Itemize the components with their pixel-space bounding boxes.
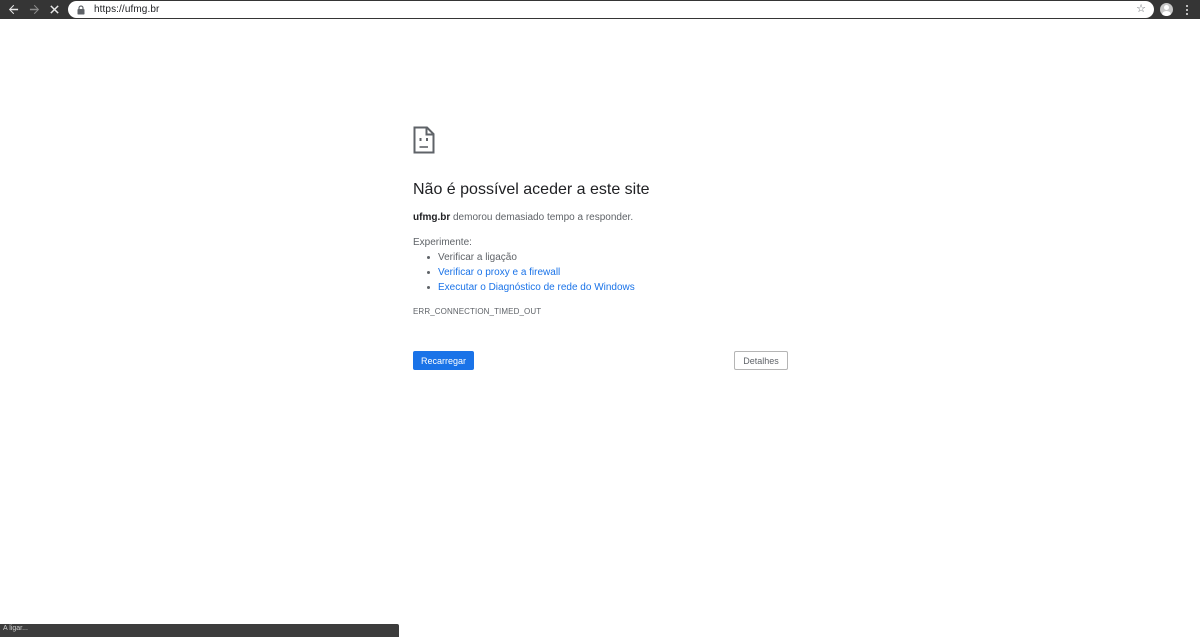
description-text: demorou demasiado tempo a responder. [450, 212, 634, 223]
error-page: Não é possível aceder a este site ufmg.b… [413, 126, 793, 370]
bullet-icon [427, 286, 430, 289]
error-description: ufmg.br demorou demasiado tempo a respon… [413, 212, 633, 223]
bookmark-star-icon[interactable]: ☆ [1136, 2, 1146, 17]
suggestion-check-proxy-link[interactable]: Verificar o proxy e a firewall [438, 267, 560, 278]
status-text: A ligar... [3, 625, 28, 632]
page-title: Não é possível aceder a este site [413, 181, 650, 198]
suggestions-heading: Experimente: [413, 237, 472, 248]
kebab-menu-icon[interactable] [1180, 0, 1194, 19]
back-button[interactable] [2, 0, 24, 19]
details-button[interactable]: Detalhes [734, 351, 788, 370]
stop-loading-button[interactable] [43, 0, 65, 19]
browser-toolbar: https://ufmg.br ☆ [0, 0, 1200, 19]
forward-button[interactable] [23, 0, 45, 19]
host-name: ufmg.br [413, 212, 451, 223]
suggestions-list: Verificar a ligação Verificar o proxy e … [413, 250, 635, 295]
url-text[interactable]: https://ufmg.br [94, 4, 159, 15]
arrow-right-icon [29, 4, 39, 15]
suggestion-run-diagnostics-link[interactable]: Executar o Diagnóstico de rede do Window… [438, 282, 635, 293]
lock-icon[interactable] [76, 4, 86, 15]
address-bar[interactable]: https://ufmg.br ☆ [68, 1, 1154, 18]
arrow-left-icon [8, 4, 18, 15]
error-code: ERR_CONNECTION_TIMED_OUT [413, 307, 542, 316]
suggestion-check-connection: Verificar a ligação [438, 252, 517, 263]
suggestion-item: Executar o Diagnóstico de rede do Window… [427, 280, 635, 295]
sad-page-icon [413, 126, 435, 154]
status-bar: A ligar... [0, 624, 399, 637]
bullet-icon [427, 256, 430, 259]
suggestion-item: Verificar a ligação [427, 250, 635, 265]
suggestion-item: Verificar o proxy e a firewall [427, 265, 635, 280]
bullet-icon [427, 271, 430, 274]
reload-button[interactable]: Recarregar [413, 351, 474, 370]
close-icon [49, 5, 59, 14]
avatar-icon[interactable] [1160, 3, 1173, 16]
